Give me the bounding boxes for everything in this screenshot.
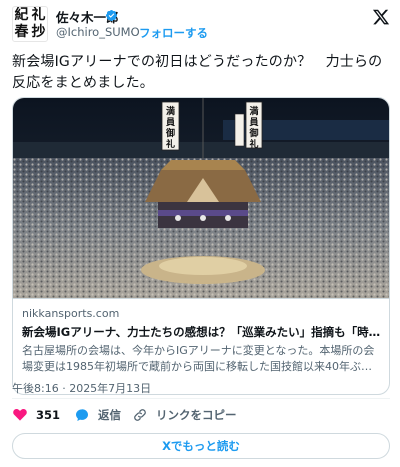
copy-link-label: リンクをコピー — [156, 408, 237, 422]
heart-icon — [13, 408, 27, 421]
banner-char: 員 — [165, 117, 175, 128]
tweet-embed: 紀 礼 春 抄 佐々木一郎 @Ichiro_SUMO · フォローする 新会場I… — [0, 0, 400, 467]
banner-char: 礼 — [166, 138, 175, 150]
arena-photo: 満 員 御 礼 満 員 御 礼 — [13, 98, 389, 298]
banner-char: 満 — [249, 105, 258, 117]
author-handle[interactable]: @Ichiro_SUMO — [56, 25, 140, 39]
banner-char: 員 — [248, 117, 258, 128]
link-description: 名古屋場所の会場は、今年からIGアリーナに変更となった。本場所の会場変更は198… — [22, 344, 375, 373]
avatar[interactable]: 紀 礼 春 抄 — [12, 6, 48, 42]
banner-char: 礼 — [249, 138, 258, 150]
divider — [12, 398, 390, 399]
copy-link-button[interactable]: リンクをコピー — [132, 405, 237, 425]
avatar-char: 春 — [14, 24, 29, 40]
separator-dot: · — [130, 25, 134, 39]
banner-char: 御 — [248, 127, 258, 139]
reply-button[interactable]: 返信 — [74, 405, 121, 425]
link-preview-card[interactable]: 満 員 御 礼 満 員 御 礼 nikkansports.com 新会場IGアリ… — [12, 97, 390, 395]
link-icon — [134, 409, 146, 421]
banner-char: 御 — [165, 127, 175, 139]
avatar-char: 紀 — [14, 7, 29, 23]
read-more-button[interactable]: Xでもっと読む — [12, 433, 390, 459]
tweet-text: 新会場IGアリーナでの初日はどうだったのか？ 力士らの反応をまとめました。 — [12, 54, 383, 91]
banner-char: 満 — [166, 105, 175, 117]
avatar-char: 礼 — [31, 7, 46, 23]
reply-label: 返信 — [98, 408, 121, 422]
link-title: 新会場IGアリーナ、力士たちの感想は？「巡業みたい」指摘も「時代の… — [22, 325, 382, 339]
like-button[interactable]: 351 — [12, 405, 60, 425]
avatar-char: 抄 — [31, 24, 46, 40]
x-logo-icon[interactable] — [372, 8, 390, 26]
reply-bubble-icon — [76, 409, 88, 421]
verified-badge-icon — [105, 9, 118, 22]
link-domain: nikkansports.com — [22, 307, 120, 320]
follow-button[interactable]: フォローする — [139, 25, 208, 41]
like-count: 351 — [36, 408, 61, 422]
tweet-timestamp[interactable]: 午後8:16 · 2025年7月13日 — [12, 380, 151, 396]
